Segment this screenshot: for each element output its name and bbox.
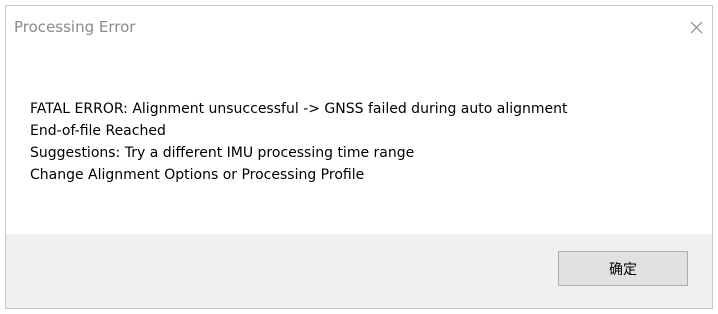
error-dialog: Processing Error FATAL ERROR: Alignment … [5,5,713,309]
title-bar[interactable]: Processing Error [6,6,712,50]
dialog-title: Processing Error [14,18,136,36]
button-bar: 确定 [6,234,712,308]
ok-button[interactable]: 确定 [558,251,688,286]
error-message: FATAL ERROR: Alignment unsuccessful -> G… [30,98,567,186]
message-line: Change Alignment Options or Processing P… [30,167,365,183]
message-line: FATAL ERROR: Alignment unsuccessful -> G… [30,101,568,117]
close-icon [690,21,703,34]
message-line: Suggestions: Try a different IMU process… [30,145,415,161]
message-line: End-of-file Reached [30,123,166,139]
message-area: FATAL ERROR: Alignment unsuccessful -> G… [6,50,712,242]
close-button[interactable] [682,6,712,44]
